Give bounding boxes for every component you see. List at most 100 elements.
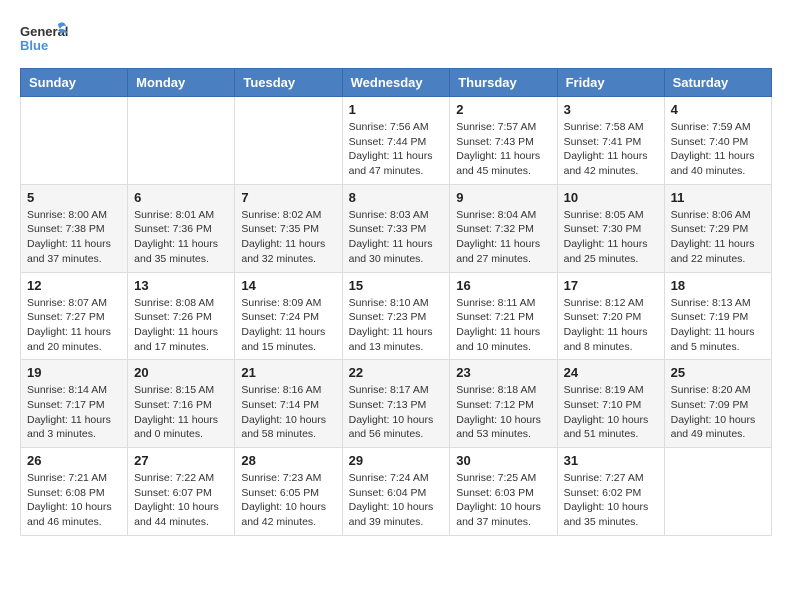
day-info: Sunrise: 8:18 AMSunset: 7:12 PMDaylight:… [456,383,550,442]
calendar-day-cell: 3Sunrise: 7:58 AMSunset: 7:41 PMDaylight… [557,97,664,185]
day-info: Sunrise: 8:10 AMSunset: 7:23 PMDaylight:… [349,296,444,355]
calendar-day-cell: 28 Sunrise: 7:23 AMSunset: 6:05 PMDayligh… [235,448,342,536]
day-info: Sunrise: 7:22 AMSunset: 6:07 PMDaylight:… [134,471,228,530]
day-info: Sunrise: 8:07 AMSunset: 7:27 PMDaylight:… [27,296,121,355]
day-number: 24 [564,365,658,380]
calendar-day-cell: 29 Sunrise: 7:24 AMSunset: 6:04 PMDayligh… [342,448,450,536]
calendar-day-cell: 16Sunrise: 8:11 AMSunset: 7:21 PMDayligh… [450,272,557,360]
day-info: Sunrise: 8:02 AMSunset: 7:35 PMDaylight:… [241,208,335,267]
day-info: Sunrise: 8:09 AMSunset: 7:24 PMDaylight:… [241,296,335,355]
day-number: 21 [241,365,335,380]
day-number: 16 [456,278,550,293]
day-number: 27 [134,453,228,468]
day-info: Sunrise: 8:05 AMSunset: 7:30 PMDaylight:… [564,208,658,267]
day-number: 14 [241,278,335,293]
day-number: 18 [671,278,765,293]
calendar-day-cell: 23 Sunrise: 8:18 AMSunset: 7:12 PMDayligh… [450,360,557,448]
day-info: Sunrise: 8:03 AMSunset: 7:33 PMDaylight:… [349,208,444,267]
day-info: Sunrise: 7:23 AMSunset: 6:05 PMDaylight:… [241,471,335,530]
calendar-week-row: 26Sunrise: 7:21 AMSunset: 6:08 PMDayligh… [21,448,772,536]
calendar-day-cell: 19Sunrise: 8:14 AMSunset: 7:17 PMDayligh… [21,360,128,448]
day-number: 25 [671,365,765,380]
day-number: 13 [134,278,228,293]
day-number: 9 [456,190,550,205]
day-info: Sunrise: 7:24 AMSunset: 6:04 PMDaylight:… [349,471,444,530]
day-info: Sunrise: 8:01 AMSunset: 7:36 PMDaylight:… [134,208,228,267]
weekday-header: Sunday [21,69,128,97]
day-info: Sunrise: 8:19 AMSunset: 7:10 PMDaylight:… [564,383,658,442]
calendar-day-cell: 7 Sunrise: 8:02 AMSunset: 7:35 PMDaylight… [235,184,342,272]
day-info: Sunrise: 7:59 AMSunset: 7:40 PMDaylight:… [671,120,765,179]
calendar-day-cell: 22Sunrise: 8:17 AMSunset: 7:13 PMDayligh… [342,360,450,448]
day-info: Sunrise: 8:06 AMSunset: 7:29 PMDaylight:… [671,208,765,267]
calendar-day-cell: 27 Sunrise: 7:22 AMSunset: 6:07 PMDayligh… [128,448,235,536]
calendar-week-row: 5 Sunrise: 8:00 AMSunset: 7:38 PMDaylight… [21,184,772,272]
calendar-day-cell [128,97,235,185]
calendar-week-row: 1Sunrise: 7:56 AMSunset: 7:44 PMDaylight… [21,97,772,185]
day-number: 17 [564,278,658,293]
day-number: 8 [349,190,444,205]
day-number: 23 [456,365,550,380]
day-number: 4 [671,102,765,117]
day-number: 28 [241,453,335,468]
day-info: Sunrise: 8:08 AMSunset: 7:26 PMDaylight:… [134,296,228,355]
day-number: 30 [456,453,550,468]
calendar-day-cell: 9Sunrise: 8:04 AMSunset: 7:32 PMDaylight… [450,184,557,272]
svg-text:Blue: Blue [20,38,48,53]
calendar-day-cell: 14 Sunrise: 8:09 AMSunset: 7:24 PMDayligh… [235,272,342,360]
calendar-day-cell: 11 Sunrise: 8:06 AMSunset: 7:29 PMDayligh… [664,184,771,272]
calendar-day-cell: 13 Sunrise: 8:08 AMSunset: 7:26 PMDayligh… [128,272,235,360]
day-number: 26 [27,453,121,468]
calendar-day-cell [664,448,771,536]
day-info: Sunrise: 7:57 AMSunset: 7:43 PMDaylight:… [456,120,550,179]
day-info: Sunrise: 8:20 AMSunset: 7:09 PMDaylight:… [671,383,765,442]
day-number: 22 [349,365,444,380]
day-number: 12 [27,278,121,293]
day-info: Sunrise: 8:00 AMSunset: 7:38 PMDaylight:… [27,208,121,267]
day-info: Sunrise: 7:56 AMSunset: 7:44 PMDaylight:… [349,120,444,179]
header: General Blue [20,20,772,60]
calendar-header-row: SundayMondayTuesdayWednesdayThursdayFrid… [21,69,772,97]
calendar-day-cell: 18Sunrise: 8:13 AMSunset: 7:19 PMDayligh… [664,272,771,360]
calendar-day-cell: 30 Sunrise: 7:25 AMSunset: 6:03 PMDayligh… [450,448,557,536]
weekday-header: Thursday [450,69,557,97]
day-number: 31 [564,453,658,468]
calendar-day-cell: 31 Sunrise: 7:27 AMSunset: 6:02 PMDayligh… [557,448,664,536]
logo: General Blue [20,20,68,60]
calendar-day-cell: 5 Sunrise: 8:00 AMSunset: 7:38 PMDaylight… [21,184,128,272]
day-number: 3 [564,102,658,117]
day-info: Sunrise: 7:27 AMSunset: 6:02 PMDaylight:… [564,471,658,530]
calendar-day-cell: 15 Sunrise: 8:10 AMSunset: 7:23 PMDayligh… [342,272,450,360]
weekday-header: Monday [128,69,235,97]
calendar-day-cell: 8 Sunrise: 8:03 AMSunset: 7:33 PMDaylight… [342,184,450,272]
day-number: 5 [27,190,121,205]
day-info: Sunrise: 7:25 AMSunset: 6:03 PMDaylight:… [456,471,550,530]
calendar-day-cell: 6Sunrise: 8:01 AMSunset: 7:36 PMDaylight… [128,184,235,272]
calendar-day-cell: 12 Sunrise: 8:07 AMSunset: 7:27 PMDayligh… [21,272,128,360]
day-number: 10 [564,190,658,205]
calendar-day-cell: 25 Sunrise: 8:20 AMSunset: 7:09 PMDayligh… [664,360,771,448]
day-info: Sunrise: 8:12 AMSunset: 7:20 PMDaylight:… [564,296,658,355]
calendar-table: SundayMondayTuesdayWednesdayThursdayFrid… [20,68,772,536]
calendar-week-row: 19Sunrise: 8:14 AMSunset: 7:17 PMDayligh… [21,360,772,448]
calendar-day-cell: 10 Sunrise: 8:05 AMSunset: 7:30 PMDayligh… [557,184,664,272]
day-number: 29 [349,453,444,468]
calendar-day-cell: 2 Sunrise: 7:57 AMSunset: 7:43 PMDaylight… [450,97,557,185]
calendar-day-cell: 17 Sunrise: 8:12 AMSunset: 7:20 PMDayligh… [557,272,664,360]
calendar-day-cell: 21Sunrise: 8:16 AMSunset: 7:14 PMDayligh… [235,360,342,448]
calendar-week-row: 12 Sunrise: 8:07 AMSunset: 7:27 PMDayligh… [21,272,772,360]
day-number: 20 [134,365,228,380]
calendar-day-cell: 4 Sunrise: 7:59 AMSunset: 7:40 PMDaylight… [664,97,771,185]
day-number: 2 [456,102,550,117]
calendar-day-cell [21,97,128,185]
day-number: 19 [27,365,121,380]
weekday-header: Tuesday [235,69,342,97]
calendar-day-cell: 20Sunrise: 8:15 AMSunset: 7:16 PMDayligh… [128,360,235,448]
calendar-day-cell: 1Sunrise: 7:56 AMSunset: 7:44 PMDaylight… [342,97,450,185]
weekday-header: Saturday [664,69,771,97]
day-number: 15 [349,278,444,293]
calendar-day-cell: 24 Sunrise: 8:19 AMSunset: 7:10 PMDayligh… [557,360,664,448]
day-number: 7 [241,190,335,205]
day-number: 11 [671,190,765,205]
calendar-day-cell: 26Sunrise: 7:21 AMSunset: 6:08 PMDayligh… [21,448,128,536]
